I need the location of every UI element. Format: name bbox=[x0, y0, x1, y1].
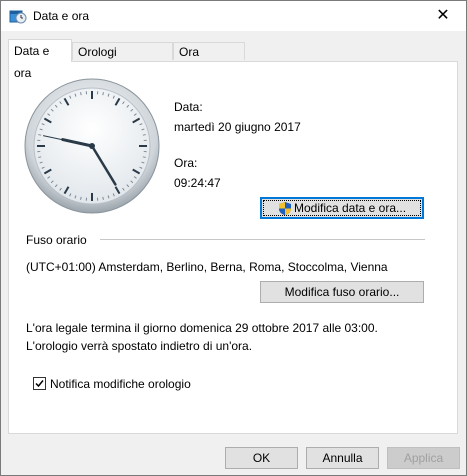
tab-internet-time[interactable]: Ora Internet bbox=[173, 42, 245, 77]
tab-additional-clocks[interactable]: Orologi aggiuntivi bbox=[72, 42, 173, 77]
close-icon: ✕ bbox=[436, 7, 450, 24]
ok-button[interactable]: OK bbox=[225, 447, 298, 469]
date-time-dialog: Data e ora ✕ Data e ora Orologi aggiunti… bbox=[0, 0, 467, 476]
tab-date-time[interactable]: Data e ora bbox=[8, 39, 72, 80]
timezone-group-label: Fuso orario bbox=[26, 233, 87, 247]
dst-notice-line1: L'ora legale termina il giorno domenica … bbox=[26, 321, 378, 335]
notify-changes-label[interactable]: Notifica modifiche orologio bbox=[50, 377, 191, 391]
apply-button[interactable]: Applica bbox=[387, 447, 460, 469]
cancel-button[interactable]: Annulla bbox=[306, 447, 379, 469]
time-value: 09:24:47 bbox=[174, 176, 221, 190]
window-title: Data e ora bbox=[33, 9, 90, 23]
timezone-group-divider bbox=[100, 239, 425, 240]
clock-calendar-icon bbox=[9, 10, 27, 24]
close-button[interactable]: ✕ bbox=[420, 1, 466, 31]
analog-clock bbox=[24, 78, 160, 214]
timezone-value: (UTC+01:00) Amsterdam, Berlino, Berna, R… bbox=[26, 260, 388, 274]
date-label: Data: bbox=[174, 100, 203, 114]
dst-notice-line2: L'orologio verrà spostato indietro di un… bbox=[26, 339, 253, 353]
change-timezone-button[interactable]: Modifica fuso orario... bbox=[260, 281, 424, 303]
change-date-time-button[interactable]: Modifica data e ora... bbox=[260, 197, 424, 219]
tab-panel: Data: martedì 20 giugno 2017 Ora: 09:24:… bbox=[8, 61, 458, 434]
title-bar: Data e ora ✕ bbox=[1, 1, 466, 31]
notify-changes-checkbox[interactable] bbox=[33, 377, 46, 390]
time-label: Ora: bbox=[174, 156, 198, 170]
date-value: martedì 20 giugno 2017 bbox=[174, 120, 301, 134]
checkmark-icon bbox=[35, 380, 44, 388]
